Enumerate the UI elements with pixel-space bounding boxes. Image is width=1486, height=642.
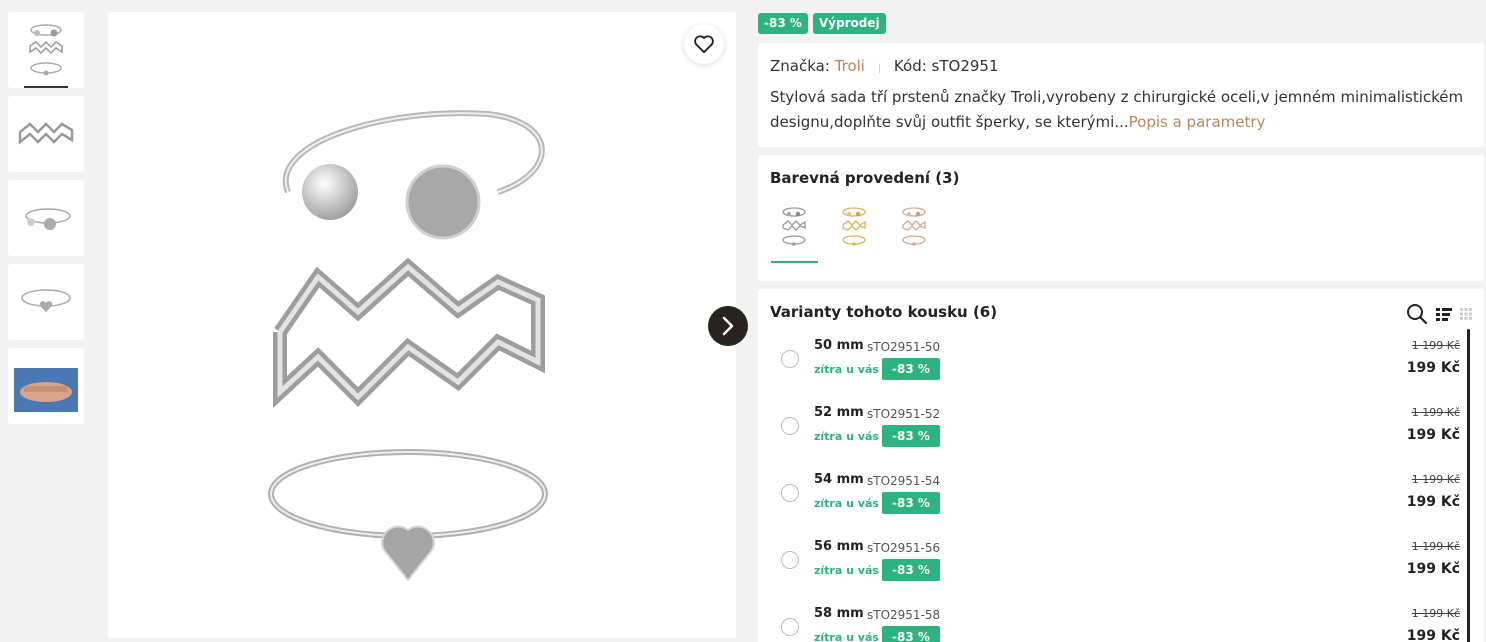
product-description: Stylová sada tří prstenů značky Troli,vy… — [770, 85, 1472, 135]
variant-row[interactable]: 52 mm sTO2951-52 zítra u vás -83 % 1 199… — [770, 405, 1460, 465]
variant-price: 199 Kč — [1406, 494, 1460, 510]
brand-label: Značka: — [770, 57, 830, 75]
variant-radio[interactable] — [781, 618, 799, 636]
description-text: Stylová sada tří prstenů značky Troli,vy… — [770, 88, 1464, 131]
color-variants-card: Barevná provedení (3) — [758, 155, 1484, 281]
color-swatch-silver[interactable] — [770, 205, 818, 263]
variant-row[interactable]: 56 mm sTO2951-56 zítra u vás -83 % 1 199… — [770, 539, 1460, 599]
variant-price: 199 Kč — [1406, 628, 1460, 642]
variant-price: 199 Kč — [1406, 427, 1460, 443]
variant-availability: zítra u vás — [814, 564, 879, 577]
brand-line: Značka: Troli | Kód: sTO2951 — [770, 57, 1472, 75]
product-code: Kód: sTO2951 — [893, 57, 999, 75]
color-swatches — [770, 205, 1472, 263]
variant-radio[interactable] — [781, 350, 799, 368]
color-swatch-rose-gold[interactable] — [890, 205, 938, 263]
separator: | — [877, 63, 882, 74]
variant-availability: zítra u vás — [814, 363, 879, 376]
variant-old-price: 1 199 Kč — [1411, 406, 1460, 419]
brand-link[interactable]: Troli — [835, 57, 865, 75]
product-info-card: Značka: Troli | Kód: sTO2951 Stylová sad… — [758, 43, 1484, 147]
variant-size: 50 mm — [814, 338, 864, 353]
variant-size: 56 mm — [814, 539, 864, 554]
thumbnail-ring-set[interactable] — [8, 12, 84, 88]
variant-row[interactable]: 50 mm sTO2951-50 zítra u vás -83 % 1 199… — [770, 338, 1460, 398]
discount-badge: -83 % — [758, 13, 808, 34]
heart-icon — [694, 35, 714, 54]
grid-view-button[interactable] — [1460, 308, 1472, 320]
variant-old-price: 1 199 Kč — [1411, 607, 1460, 620]
color-swatch-gold[interactable] — [830, 205, 878, 263]
next-image-button[interactable] — [708, 306, 748, 346]
variant-discount-badge: -83 % — [882, 425, 940, 447]
thumbnail-strip — [8, 12, 84, 432]
thumbnail-heart-ring[interactable] — [8, 264, 84, 340]
grid-view-icon — [1460, 308, 1472, 320]
variant-discount-badge: -83 % — [882, 358, 940, 380]
variant-price: 199 Kč — [1406, 360, 1460, 376]
list-view-icon — [1436, 308, 1452, 321]
variant-code: sTO2951-54 — [867, 474, 941, 488]
description-more-link[interactable]: Popis a parametry — [1129, 113, 1266, 131]
search-button[interactable] — [1406, 303, 1428, 325]
variant-code: sTO2951-50 — [867, 340, 941, 354]
color-variants-title: Barevná provedení (3) — [770, 169, 960, 187]
gold-ring-set-icon — [842, 207, 866, 246]
variant-availability: zítra u vás — [814, 497, 879, 510]
variant-radio[interactable] — [781, 551, 799, 569]
rose-gold-ring-set-icon — [902, 207, 926, 246]
variant-size: 54 mm — [814, 472, 864, 487]
thumbnail-zigzag-ring[interactable] — [8, 96, 84, 172]
variant-size: 58 mm — [814, 606, 864, 621]
variant-old-price: 1 199 Kč — [1411, 540, 1460, 553]
sale-badge: Výprodej — [812, 13, 886, 34]
size-variants-title: Varianty tohoto kousku (6) — [770, 303, 998, 321]
list-view-button[interactable] — [1436, 307, 1452, 321]
thumbnail-model-photo[interactable] — [8, 348, 84, 424]
size-variants-card: Varianty tohoto kousku (6) 50 mm sTO2951… — [758, 289, 1484, 642]
thumbnail-open-ring[interactable] — [8, 180, 84, 256]
variant-availability: zítra u vás — [814, 430, 879, 443]
variant-old-price: 1 199 Kč — [1411, 473, 1460, 486]
variant-old-price: 1 199 Kč — [1411, 339, 1460, 352]
variant-discount-badge: -83 % — [882, 626, 940, 642]
main-product-image — [108, 12, 736, 638]
ring-set-product-photo — [268, 110, 548, 582]
variant-code: sTO2951-52 — [867, 407, 941, 421]
variant-radio[interactable] — [781, 417, 799, 435]
variant-size: 52 mm — [814, 405, 864, 420]
heart-ring-thumbnail-image — [21, 289, 71, 312]
zigzag-ring-thumbnail-image — [18, 122, 74, 145]
silver-ring-set-icon — [782, 207, 806, 246]
variant-code: sTO2951-56 — [867, 541, 941, 555]
variant-discount-badge: -83 % — [882, 559, 940, 581]
product-badges: -83 % Výprodej — [758, 13, 886, 34]
variant-discount-badge: -83 % — [882, 492, 940, 514]
search-icon — [1407, 304, 1428, 325]
variant-availability: zítra u vás — [814, 631, 879, 642]
variant-row[interactable]: 58 mm sTO2951-58 zítra u vás -83 % 1 199… — [770, 606, 1460, 642]
favorite-button[interactable] — [684, 24, 724, 64]
model-photo-thumbnail-image — [14, 368, 78, 412]
variant-row[interactable]: 54 mm sTO2951-54 zítra u vás -83 % 1 199… — [770, 472, 1460, 532]
open-ring-thumbnail-image — [25, 208, 71, 230]
variant-price: 199 Kč — [1406, 561, 1460, 577]
variant-code: sTO2951-58 — [867, 608, 941, 622]
ring-set-thumbnail-image — [29, 24, 63, 76]
variant-tools — [1406, 303, 1472, 325]
chevron-right-icon — [722, 316, 734, 336]
variants-scrollbar[interactable] — [1467, 329, 1470, 642]
variant-radio[interactable] — [781, 484, 799, 502]
